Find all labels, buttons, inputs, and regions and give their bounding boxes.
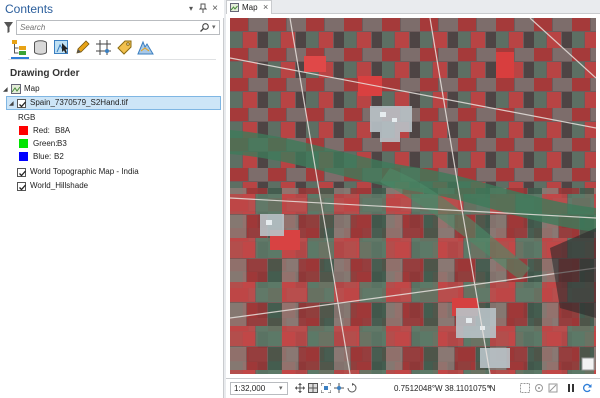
checkmark-icon xyxy=(19,170,26,177)
map-canvas[interactable] xyxy=(230,18,596,374)
search-options-chevron-icon[interactable]: ▾ xyxy=(212,23,216,31)
list-by-labeling-icon[interactable] xyxy=(116,39,133,56)
satellite-imagery xyxy=(230,18,596,374)
map-pane: Map × 1:32,000 ▾ 0.7512048°W 38.1101075°… xyxy=(226,0,600,398)
map-tab-label: Map xyxy=(242,3,258,12)
red-band-swatch xyxy=(19,126,28,135)
map-node-label[interactable]: Map xyxy=(24,82,40,96)
rotation-icon[interactable] xyxy=(347,383,357,393)
tab-map[interactable]: Map × xyxy=(226,0,272,14)
green-band-swatch xyxy=(19,139,28,148)
blue-band-value: B2 xyxy=(54,152,64,161)
list-by-selection-icon[interactable] xyxy=(53,39,70,56)
pane-options-icon[interactable]: ▾ xyxy=(186,3,196,14)
map-tabstrip: Map × xyxy=(226,0,600,14)
green-band-label: Green: xyxy=(33,139,58,148)
raster-layer-expand-chevron-icon[interactable]: ◢ xyxy=(9,100,14,107)
contents-header: Contents ▾ × xyxy=(0,0,224,18)
coordinate-readout: 0.7512048°W 38.1101075°N xyxy=(394,384,496,393)
refresh-icon[interactable] xyxy=(582,383,592,393)
grid-icon[interactable] xyxy=(308,383,318,393)
list-by-drawing-order-icon[interactable] xyxy=(11,39,28,56)
topographic-basemap-checkbox[interactable] xyxy=(17,168,26,177)
selection-count-icon[interactable] xyxy=(520,383,530,393)
list-by-data-source-icon[interactable] xyxy=(32,39,49,56)
list-by-perspective-icon[interactable] xyxy=(137,39,154,56)
blue-band-swatch xyxy=(19,152,28,161)
scale-value: 1:32,000 xyxy=(234,384,266,393)
hillshade-basemap-checkbox[interactable] xyxy=(17,182,26,191)
snapping-icon[interactable] xyxy=(534,383,544,393)
contents-pane: Contents ▾ × ▾ xyxy=(0,0,224,398)
constraints-icon[interactable] xyxy=(548,383,558,393)
close-icon[interactable]: × xyxy=(210,3,220,14)
scale-dropdown-chevron-icon[interactable]: ▾ xyxy=(279,384,283,392)
full-extent-icon[interactable] xyxy=(321,383,331,393)
pause-drawing-icon[interactable] xyxy=(566,383,576,393)
list-by-editing-icon[interactable] xyxy=(74,39,91,56)
green-band-value: B3 xyxy=(57,139,67,148)
search-box[interactable]: ▾ xyxy=(16,20,220,35)
hillshade-basemap-name[interactable]: World_Hillshade xyxy=(30,179,88,193)
checkmark-icon xyxy=(19,184,26,191)
drawing-order-heading: Drawing Order xyxy=(10,68,80,79)
topographic-basemap-name[interactable]: World Topographic Map - India xyxy=(30,165,139,179)
coordinate-format-chevron-icon[interactable]: ▾ xyxy=(488,383,492,391)
blue-band-label: Blue: xyxy=(33,152,52,161)
checkmark-icon xyxy=(19,101,26,108)
list-by-snapping-icon[interactable] xyxy=(95,39,112,56)
scale-selector[interactable]: 1:32,000 ▾ xyxy=(230,382,288,395)
contents-title: Contents xyxy=(5,2,54,16)
search-row: ▾ xyxy=(2,20,222,35)
navigator-icon[interactable] xyxy=(334,383,344,393)
search-icon[interactable] xyxy=(200,23,209,32)
renderer-label: RGB xyxy=(18,113,36,122)
pin-icon[interactable] xyxy=(198,3,208,14)
map-expand-chevron-icon[interactable]: ◢ xyxy=(3,86,8,93)
map-status-bar: 1:32,000 ▾ 0.7512048°W 38.1101075°N ▾ xyxy=(226,378,600,398)
pan-icon[interactable] xyxy=(295,383,305,393)
red-band-label: Red: xyxy=(33,126,50,135)
raster-layer-name: Spain_7370579_S2Hand.tif xyxy=(30,98,128,107)
contents-toolbar xyxy=(8,38,158,59)
toolbar-divider xyxy=(8,59,216,60)
filter-icon[interactable] xyxy=(4,22,13,33)
map-icon xyxy=(230,3,239,12)
close-tab-icon[interactable]: × xyxy=(263,2,268,12)
red-band-value: B8A xyxy=(55,126,71,135)
raster-layer-checkbox[interactable] xyxy=(17,99,26,108)
map-frame-icon xyxy=(11,84,21,94)
search-input[interactable] xyxy=(20,22,198,33)
